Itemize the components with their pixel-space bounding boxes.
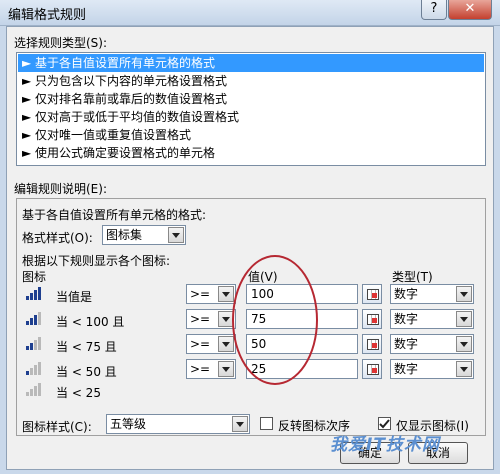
type-select[interactable]: 数字: [390, 359, 474, 379]
signal-bar: [30, 368, 33, 375]
signal-bar: [26, 321, 29, 325]
chevron-down-icon[interactable]: [232, 416, 248, 432]
chevron-down-icon[interactable]: [456, 361, 472, 377]
chevron-down-icon[interactable]: [456, 286, 472, 302]
signal-bars-icon: [26, 287, 42, 300]
signal-bar: [26, 296, 29, 300]
window-title: 编辑格式规则: [8, 8, 87, 23]
type-column-header: 类型(T): [392, 270, 433, 284]
rule-type-label: 选择规则类型(S):: [14, 36, 108, 50]
icon-style-select[interactable]: 五等级: [106, 414, 250, 434]
rule-heading: 基于各自值设置所有单元格的格式:: [22, 208, 207, 222]
reverse-order-checkbox[interactable]: [260, 417, 273, 430]
signal-bar: [26, 346, 29, 350]
signal-bar: [34, 386, 37, 396]
close-button[interactable]: ✕: [448, 0, 492, 20]
condition-text: 当 < 25: [56, 386, 101, 400]
signal-bars-icon: [26, 312, 42, 325]
operator-select[interactable]: >=: [186, 359, 236, 379]
signal-bar: [30, 293, 33, 300]
range-select-icon[interactable]: [362, 359, 382, 379]
annotation-circle: [232, 255, 318, 385]
rule-type-item[interactable]: ► 仅对唯一值或重复值设置格式: [18, 126, 484, 144]
signal-bars-icon: [26, 337, 42, 350]
signal-bar: [34, 340, 37, 350]
signal-bar: [34, 290, 37, 300]
condition-text: 当值是: [56, 290, 93, 304]
type-select[interactable]: 数字: [390, 334, 474, 354]
rule-type-item[interactable]: ► 仅对高于或低于平均值的数值设置格式: [18, 108, 484, 126]
watermark: 我爱IT技术网: [330, 435, 440, 455]
signal-bar: [38, 287, 41, 300]
range-select-icon[interactable]: [362, 334, 382, 354]
signal-bar: [30, 318, 33, 325]
signal-bar: [30, 343, 33, 350]
rule-type-item[interactable]: ► 只为包含以下内容的单元格设置格式: [18, 72, 484, 90]
chevron-down-icon[interactable]: [456, 311, 472, 327]
chevron-down-icon[interactable]: [218, 336, 234, 352]
condition-text: 当 < 100 且: [56, 315, 125, 329]
range-select-icon[interactable]: [362, 284, 382, 304]
format-style-label: 格式样式(O):: [22, 231, 93, 245]
help-button[interactable]: ?: [421, 0, 447, 20]
chevron-down-icon[interactable]: [218, 286, 234, 302]
signal-bar: [38, 362, 41, 375]
signal-bars-icon: [26, 383, 42, 396]
operator-select[interactable]: >=: [186, 284, 236, 304]
signal-bar: [34, 315, 37, 325]
signal-bar: [26, 371, 29, 375]
rule-type-item[interactable]: ► 基于各自值设置所有单元格的格式: [18, 54, 484, 72]
operator-select[interactable]: >=: [186, 334, 236, 354]
condition-text: 当 < 50 且: [56, 365, 117, 379]
operator-select[interactable]: >=: [186, 309, 236, 329]
rule-type-item[interactable]: ► 使用公式确定要设置格式的单元格: [18, 144, 484, 162]
signal-bar: [38, 312, 41, 325]
format-style-select[interactable]: 图标集: [102, 225, 186, 245]
signal-bar: [30, 389, 33, 396]
signal-bar: [34, 365, 37, 375]
condition-text: 当 < 75 且: [56, 340, 117, 354]
rule-type-list[interactable]: ► 基于各自值设置所有单元格的格式 ► 只为包含以下内容的单元格设置格式 ► 仅…: [16, 52, 486, 166]
show-icon-only-checkbox[interactable]: [378, 417, 391, 430]
signal-bar: [38, 337, 41, 350]
type-select[interactable]: 数字: [390, 309, 474, 329]
edit-rule-label: 编辑规则说明(E):: [14, 182, 107, 196]
chevron-down-icon[interactable]: [456, 336, 472, 352]
signal-bar: [38, 383, 41, 396]
type-select[interactable]: 数字: [390, 284, 474, 304]
chevron-down-icon[interactable]: [168, 227, 184, 243]
icon-style-label: 图标样式(C):: [22, 420, 92, 434]
rule-caption: 根据以下规则显示各个图标:: [22, 254, 171, 268]
range-select-icon[interactable]: [362, 309, 382, 329]
chevron-down-icon[interactable]: [218, 361, 234, 377]
signal-bar: [26, 392, 29, 396]
icon-column-header: 图标: [22, 270, 47, 284]
signal-bars-icon: [26, 362, 42, 375]
rule-type-item[interactable]: ► 仅对排名靠前或靠后的数值设置格式: [18, 90, 484, 108]
